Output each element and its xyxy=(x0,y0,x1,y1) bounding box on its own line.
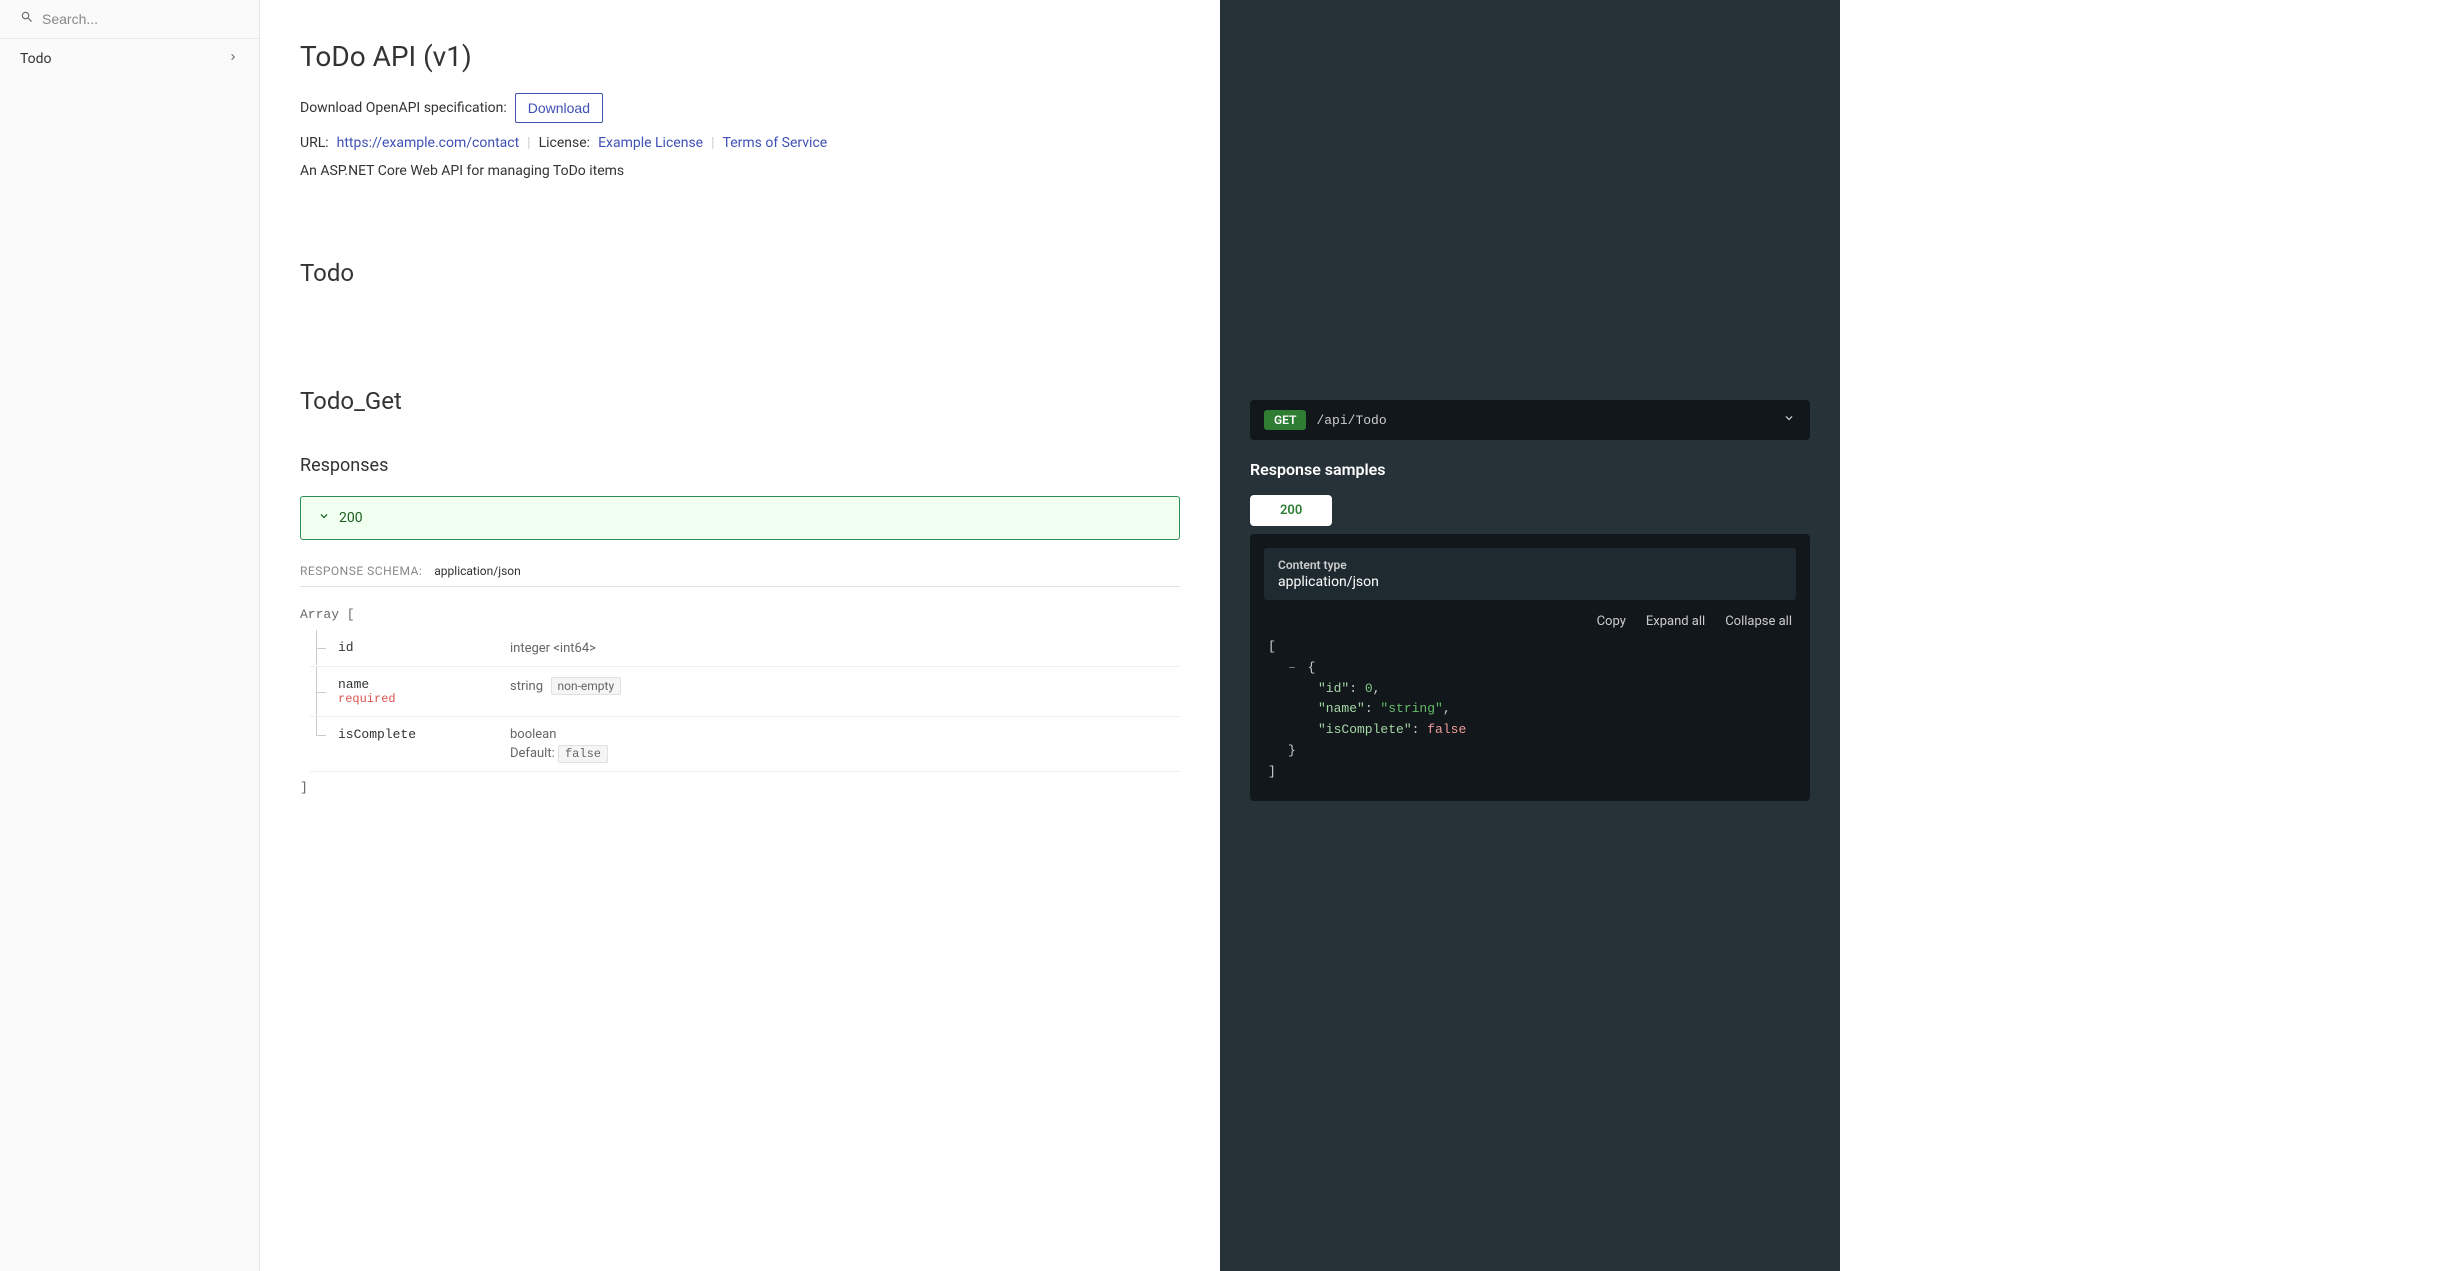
response-200[interactable]: 200 xyxy=(300,496,1180,540)
collapse-all-button[interactable]: Collapse all xyxy=(1725,614,1792,629)
default-row: Default: false xyxy=(510,746,1180,761)
required-flag: required xyxy=(338,692,396,706)
tos-link[interactable]: Terms of Service xyxy=(723,135,828,151)
expand-all-button[interactable]: Expand all xyxy=(1646,614,1705,629)
tree-connector-icon xyxy=(310,640,330,655)
method-badge: GET xyxy=(1264,410,1306,430)
endpoint-path: /api/Todo xyxy=(1316,413,1772,428)
schema-body: Array [ id integer <int64> name xyxy=(300,587,1180,795)
prop-row-iscomplete[interactable]: isComplete boolean Default: false xyxy=(310,717,1180,772)
default-value: false xyxy=(558,745,608,763)
download-label: Download OpenAPI specification: xyxy=(300,100,507,116)
response-samples-title: Response samples xyxy=(1250,460,1810,479)
sidebar-item-todo[interactable]: Todo xyxy=(0,39,259,79)
meta-row: URL: https://example.com/contact | Licen… xyxy=(300,135,1180,151)
sidebar: Todo xyxy=(0,0,260,1271)
tab-row: 200 xyxy=(1250,495,1810,526)
endpoint-box[interactable]: GET /api/Todo xyxy=(1250,400,1810,440)
json-key: "isComplete" xyxy=(1318,722,1412,737)
json-brace: } xyxy=(1288,743,1296,758)
tab-200[interactable]: 200 xyxy=(1250,495,1332,526)
json-value: "string" xyxy=(1380,701,1442,716)
api-description: An ASP.NET Core Web API for managing ToD… xyxy=(300,163,1180,179)
default-label: Default: xyxy=(510,746,555,761)
tree-connector-icon xyxy=(310,677,330,706)
separator: | xyxy=(527,135,530,151)
sidebar-item-label: Todo xyxy=(20,51,52,67)
download-row: Download OpenAPI specification: Download xyxy=(300,93,1180,123)
prop-name: isComplete xyxy=(338,727,416,742)
content-type-value: application/json xyxy=(1278,574,1782,590)
json-bracket: [ xyxy=(1268,639,1276,654)
json-bracket: ] xyxy=(1268,764,1276,779)
prop-type: integer <int64> xyxy=(510,641,596,656)
prop-row-name[interactable]: name required string non-empty xyxy=(310,667,1180,717)
search-icon xyxy=(20,10,34,28)
prop-row-id[interactable]: id integer <int64> xyxy=(310,630,1180,667)
url-label: URL: xyxy=(300,135,329,151)
array-open: Array [ xyxy=(300,607,1180,622)
api-title: ToDo API (v1) xyxy=(300,40,1180,73)
separator: | xyxy=(711,135,714,151)
search-input[interactable] xyxy=(42,11,239,27)
non-empty-badge: non-empty xyxy=(551,677,622,695)
download-button[interactable]: Download xyxy=(515,93,603,123)
json-comma: , xyxy=(1443,701,1451,716)
prop-type: string xyxy=(510,679,543,694)
chevron-right-icon xyxy=(227,51,239,67)
prop-name: name xyxy=(338,677,396,692)
content: ToDo API (v1) Download OpenAPI specifica… xyxy=(260,0,1220,1271)
section-title: Todo xyxy=(300,259,1180,287)
right-panel: GET /api/Todo Response samples 200 Conte… xyxy=(1220,0,1840,1271)
contact-url-link[interactable]: https://example.com/contact xyxy=(337,135,520,151)
copy-button[interactable]: Copy xyxy=(1597,614,1626,629)
json-colon: : xyxy=(1365,701,1381,716)
responses-heading: Responses xyxy=(300,455,1180,476)
content-type-box[interactable]: Content type application/json xyxy=(1264,548,1796,600)
prop-name: id xyxy=(338,640,354,655)
json-code-block: [ – { "id": 0, "name": "string", "isComp… xyxy=(1250,637,1810,801)
operation-title: Todo_Get xyxy=(300,387,1180,415)
array-close: ] xyxy=(300,780,1180,795)
json-key: "name" xyxy=(1318,701,1365,716)
license-label: License: xyxy=(539,135,590,151)
chevron-down-icon xyxy=(317,509,331,527)
search-container xyxy=(0,0,259,39)
schema-label: RESPONSE SCHEMA: xyxy=(300,564,422,578)
json-value: 0 xyxy=(1365,681,1373,696)
main: ToDo API (v1) Download OpenAPI specifica… xyxy=(260,0,2457,1271)
json-brace: { xyxy=(1308,660,1316,675)
collapse-toggle-icon[interactable]: – xyxy=(1288,660,1296,675)
schema-content-type: application/json xyxy=(434,564,520,578)
json-comma: , xyxy=(1373,681,1381,696)
chevron-down-icon xyxy=(1782,411,1796,429)
json-colon: : xyxy=(1412,722,1428,737)
prop-type: boolean xyxy=(510,727,1180,742)
json-colon: : xyxy=(1349,681,1365,696)
sample-box: Content type application/json Copy Expan… xyxy=(1250,534,1810,801)
json-value: false xyxy=(1427,722,1466,737)
response-code: 200 xyxy=(339,510,363,526)
content-type-label: Content type xyxy=(1278,558,1782,572)
tree-connector-icon xyxy=(310,727,330,742)
spacer xyxy=(1250,40,1810,400)
code-actions: Copy Expand all Collapse all xyxy=(1250,614,1810,637)
json-key: "id" xyxy=(1318,681,1349,696)
license-link[interactable]: Example License xyxy=(598,135,703,151)
schema-header: RESPONSE SCHEMA: application/json xyxy=(300,564,1180,587)
